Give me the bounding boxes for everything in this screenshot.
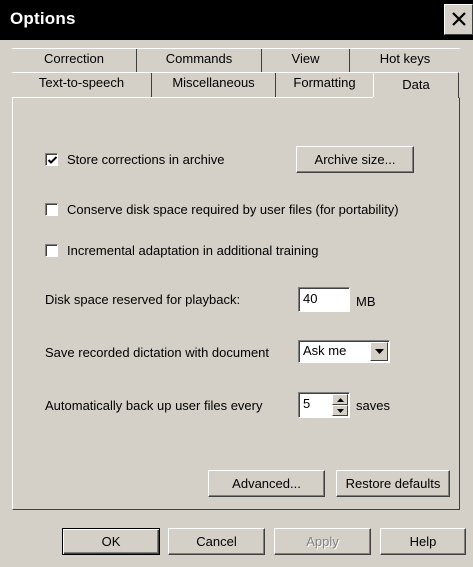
conserve-disk-option[interactable]: Conserve disk space required by user fil… (45, 200, 399, 218)
restore-defaults-button[interactable]: Restore defaults (336, 470, 450, 497)
tab-miscellaneous[interactable]: Miscellaneous (152, 73, 276, 97)
checkmark-icon (47, 155, 58, 164)
store-corrections-label: Store corrections in archive (67, 151, 225, 167)
backup-value: 5 (303, 396, 311, 411)
conserve-disk-checkbox[interactable] (45, 202, 58, 216)
help-button[interactable]: Help (380, 528, 466, 555)
ok-button[interactable]: OK (62, 528, 160, 555)
store-corrections-option[interactable]: Store corrections in archive (45, 150, 225, 168)
spin-down-icon (337, 409, 344, 413)
tab-formatting[interactable]: Formatting (276, 73, 373, 97)
tab-label: Data (402, 77, 430, 92)
conserve-disk-label: Conserve disk space required by user fil… (67, 201, 399, 217)
chevron-down-icon (375, 349, 384, 354)
backup-stepper[interactable]: 5 (298, 392, 350, 418)
archive-size-button[interactable]: Archive size... (296, 146, 414, 173)
tab-label: Miscellaneous (172, 75, 255, 90)
backup-unit: saves (356, 398, 390, 413)
tab-row-top-edge (12, 48, 460, 49)
spin-up-button[interactable] (332, 394, 348, 405)
tab-label: View (291, 51, 320, 66)
tab-correction[interactable]: Correction (12, 49, 137, 73)
save-dictation-label: Save recorded dictation with document (45, 345, 270, 360)
tab-label: Hot keys (379, 51, 431, 66)
title-bar[interactable]: Options (0, 0, 473, 40)
tab-commands[interactable]: Commands (137, 49, 262, 73)
options-dialog: Options Correction Commands View Hot key… (0, 0, 473, 567)
tab-view[interactable]: View (262, 49, 350, 73)
backup-label: Automatically back up user files every (45, 398, 263, 413)
incremental-adaptation-label: Incremental adaptation in additional tra… (67, 242, 319, 258)
tab-hot-keys[interactable]: Hot keys (350, 49, 460, 73)
disk-space-input[interactable]: 40 (298, 287, 350, 312)
spin-down-button[interactable] (332, 405, 348, 416)
tab-label: Text-to-speech (38, 75, 125, 90)
close-button[interactable] (444, 4, 473, 35)
tab-label: Commands (165, 51, 233, 66)
incremental-adaptation-option[interactable]: Incremental adaptation in additional tra… (45, 241, 319, 259)
store-corrections-checkbox[interactable] (45, 152, 58, 166)
save-dictation-select[interactable]: Ask me (298, 340, 390, 363)
tab-data[interactable]: Data (373, 72, 459, 98)
advanced-button[interactable]: Advanced... (208, 470, 325, 497)
cancel-button[interactable]: Cancel (168, 528, 265, 555)
tab-label: Formatting (293, 75, 356, 90)
disk-space-label: Disk space reserved for playback: (45, 292, 241, 307)
tab-label: Correction (44, 51, 104, 66)
apply-button[interactable]: Apply (274, 528, 371, 555)
active-tab-join (373, 97, 458, 99)
tab-text-to-speech[interactable]: Text-to-speech (12, 73, 152, 97)
incremental-adaptation-checkbox[interactable] (45, 243, 58, 257)
window-title: Options (10, 9, 76, 28)
spin-up-icon (337, 398, 344, 402)
disk-space-value: 40 (303, 291, 318, 306)
save-dictation-value: Ask me (303, 343, 347, 358)
dropdown-button[interactable] (370, 342, 388, 361)
disk-space-unit: MB (356, 294, 376, 309)
close-icon (452, 12, 466, 26)
